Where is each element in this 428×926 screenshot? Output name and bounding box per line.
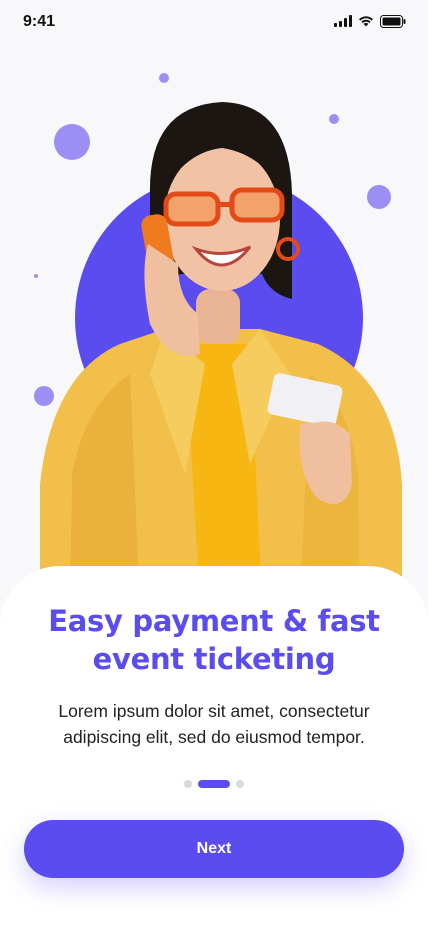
page-dot-3[interactable] — [236, 780, 244, 788]
onboarding-sheet: Easy payment & fast event ticketing Lore… — [0, 566, 428, 926]
page-dot-1[interactable] — [184, 780, 192, 788]
headline-line-1: Easy payment & fast — [48, 604, 380, 638]
onboarding-screen: 9:41 Easy payment & fast event ticketing… — [0, 0, 428, 926]
onboarding-description: Lorem ipsum dolor sit amet, consectetur … — [30, 698, 398, 750]
page-dot-2-active[interactable] — [198, 780, 230, 788]
woman-with-phone-illustration — [40, 102, 402, 604]
description-line-1: Lorem ipsum dolor sit amet, consectetur — [58, 701, 370, 721]
signal-icon — [334, 15, 352, 27]
description-line-2: adipiscing elit, sed do eiusmod tempor. — [63, 727, 365, 747]
status-time: 9:41 — [23, 13, 56, 30]
page-indicator — [0, 779, 428, 789]
next-button[interactable]: Next — [24, 820, 404, 878]
hero-illustration — [0, 44, 428, 604]
headline-line-2: event ticketing — [92, 642, 336, 676]
status-icons — [334, 14, 406, 28]
status-bar: 9:41 — [0, 0, 428, 44]
onboarding-headline: Easy payment & fast event ticketing — [20, 602, 408, 678]
wifi-icon — [359, 16, 373, 27]
battery-icon — [380, 14, 406, 28]
